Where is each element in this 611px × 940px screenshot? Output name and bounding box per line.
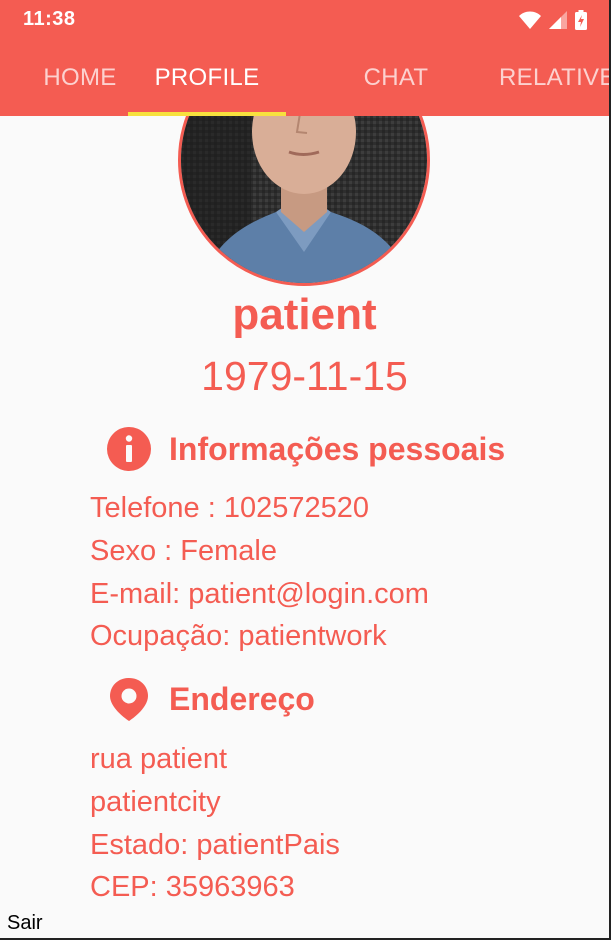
tab-bar: HOME PROFILE CHAT RELATIVE xyxy=(0,40,609,116)
profile-screen: 11:38 HOME PROFILE CHAT RELATIVE patient… xyxy=(0,0,611,940)
zip-text: CEP: 35963963 xyxy=(90,871,295,903)
profile-name: patient xyxy=(232,290,377,339)
tab-profile[interactable]: PROFILE xyxy=(128,40,286,116)
profile-birthdate: 1979-11-15 xyxy=(201,353,408,399)
state-text: Estado: patientPais xyxy=(90,829,340,861)
battery-icon xyxy=(575,10,587,30)
app-bar: 11:38 HOME PROFILE CHAT RELATIVE xyxy=(0,0,609,116)
location-pin-icon xyxy=(106,676,152,722)
active-tab-indicator xyxy=(128,112,286,116)
personal-info-header: Informações pessoais xyxy=(106,425,505,473)
tab-relative[interactable]: RELATIVE xyxy=(486,40,609,116)
status-icons xyxy=(519,8,587,32)
city-text: patientcity xyxy=(90,786,221,818)
info-icon xyxy=(106,426,152,472)
phone-text: Telefone : 102572520 xyxy=(90,492,369,524)
tab-chat[interactable]: CHAT xyxy=(316,40,476,116)
signal-icon xyxy=(549,11,567,29)
logout-button[interactable]: Sair xyxy=(7,912,43,935)
email-text: E-mail: patient@login.com xyxy=(90,578,429,610)
street-text: rua patient xyxy=(90,743,228,775)
address-header: Endereço xyxy=(106,675,315,723)
sex-text: Sexo : Female xyxy=(90,535,277,567)
occupation-text: Ocupação: patientwork xyxy=(90,620,387,652)
wifi-icon xyxy=(519,11,541,29)
status-time: 11:38 xyxy=(23,8,76,30)
address-title: Endereço xyxy=(169,680,315,717)
status-bar: 11:38 xyxy=(0,0,609,40)
personal-info-title: Informações pessoais xyxy=(169,430,506,467)
